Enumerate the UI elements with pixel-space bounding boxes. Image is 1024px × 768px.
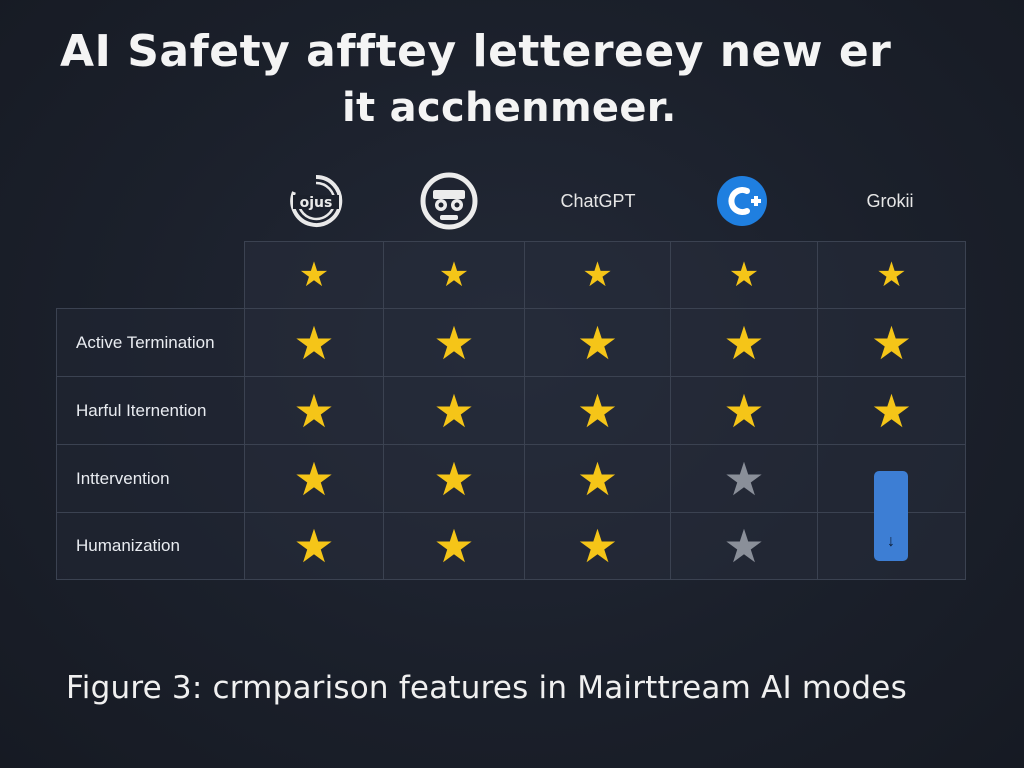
gold-star-icon: ★ [298,255,330,295]
row-label-humanization: Humanization [56,512,245,580]
provider-name: Grokii [866,190,914,211]
table-cell [817,512,966,580]
gold-star-icon: ★ [433,383,475,438]
opus-logo-icon: ojus [290,174,343,227]
provider-grokii: Grokii [850,170,930,232]
gold-star-icon: ★ [293,383,335,438]
provider-chatgpt: ChatGPT [540,170,656,232]
table-cell: ★ [524,241,671,309]
gold-star-icon: ★ [293,519,335,573]
table-cell: ★ [670,376,818,445]
table-cell: ★ [244,444,384,513]
table-cell: ★ [244,376,384,445]
row-label-active-termination: Active Termination [56,308,245,377]
opus-logo-text: ojus [300,195,333,211]
provider-c-plus [714,170,770,232]
gold-star-icon: ★ [576,383,619,438]
gold-star-icon: ★ [870,383,913,438]
gold-star-icon: ★ [582,255,613,295]
table-cell: ★ [244,241,384,309]
table-cell: ★ [817,376,966,445]
table-cell: ★ [817,308,966,377]
page-title: AI Safety afftey lettereey new er it acc… [0,24,1024,136]
gold-star-icon: ★ [723,315,765,370]
gold-star-icon: ★ [433,315,475,370]
provider-name: ChatGPT [560,190,636,211]
row-label-harmful-intervention: Harful Iternention [56,376,245,445]
provider-opus: ojus [286,170,346,232]
table-cell: ★ [244,512,384,580]
title-line-1: AI Safety afftey lettereey new er [60,26,892,77]
gold-star-icon: ★ [293,451,335,506]
gold-star-icon: ★ [433,519,475,573]
gray-star-icon: ★ [723,519,765,573]
table-cell: ★ [524,512,671,580]
gold-star-icon: ★ [576,451,619,506]
gold-star-icon: ★ [728,255,760,295]
table-cell: ★ [244,308,384,377]
gray-star-icon: ★ [723,451,765,506]
table-cell: ★ [524,308,671,377]
provider-header-row: ojus ChatGPT Grokii [0,170,1024,232]
row-label-intervention: Inttervention [56,444,245,513]
table-cell [817,444,966,513]
table-cell: ★ [383,376,525,445]
table-cell: ★ [670,241,818,309]
table-cell: ★ [524,444,671,513]
table-cell: ★ [817,241,966,309]
title-line-2: it acchenmeer. [342,85,677,131]
table-cell: ★ [670,512,818,580]
gold-star-icon: ★ [438,255,470,295]
provider-face [418,170,480,232]
c-plus-logo-icon [717,176,767,226]
gold-star-icon: ★ [870,315,913,370]
gold-star-icon: ★ [576,519,619,573]
table-cell: ★ [383,241,525,309]
gold-star-icon: ★ [433,451,475,506]
gold-star-icon: ★ [876,255,907,295]
table-cell: ★ [670,444,818,513]
gold-star-icon: ★ [293,315,335,370]
gold-star-icon: ★ [576,315,619,370]
table-cell: ★ [383,308,525,377]
table-cell: ★ [383,512,525,580]
table-cell: ★ [383,444,525,513]
table-cell: ★ [670,308,818,377]
table-cell: ★ [524,376,671,445]
face-logo-icon [420,172,478,230]
figure-caption: Figure 3: crmparison features in Mairttr… [66,670,907,706]
gold-star-icon: ★ [723,383,765,438]
